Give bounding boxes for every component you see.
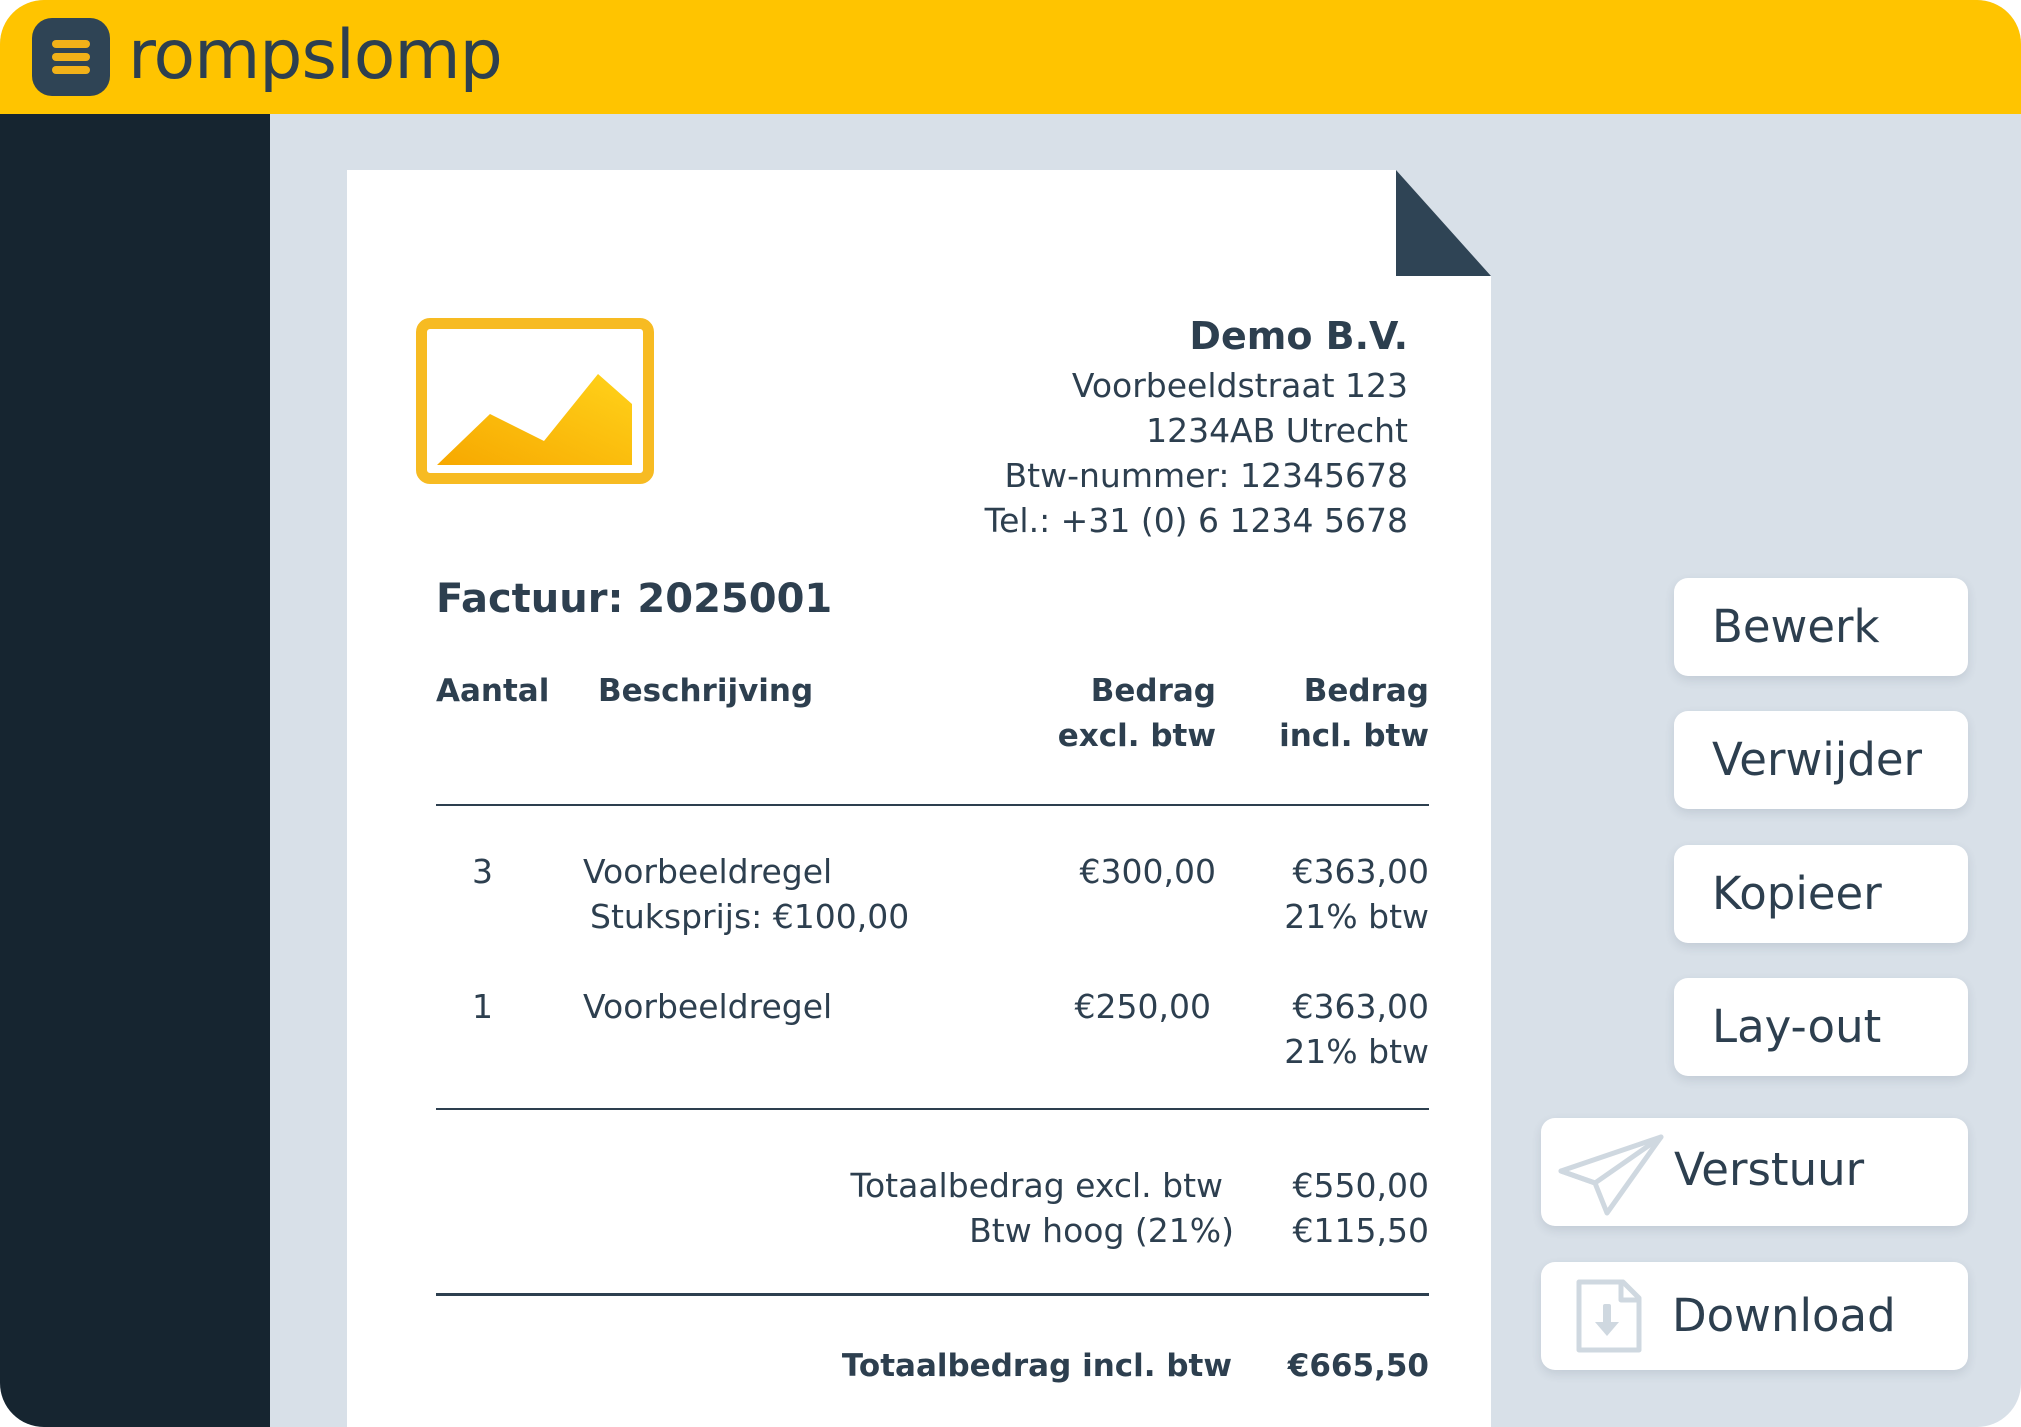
download-button-label: Download — [1672, 1289, 1896, 1342]
stack-icon[interactable] — [32, 18, 110, 96]
image-placeholder-icon — [416, 318, 654, 484]
delete-button-label: Verwijder — [1712, 733, 1923, 786]
column-header-amount-excl: Bedrag — [1090, 673, 1216, 709]
copy-button[interactable]: Kopieer — [1674, 845, 1968, 943]
sidebar — [0, 114, 270, 1427]
send-button-label: Verstuur — [1674, 1143, 1865, 1196]
column-header-amount-incl: Bedrag — [1303, 673, 1429, 709]
line-1-unit-price: Stuksprijs: €100,00 — [590, 897, 910, 936]
total-incl-label: Totaalbedrag incl. btw — [841, 1348, 1232, 1384]
column-header-amount-excl-sub: excl. btw — [1057, 718, 1216, 754]
page-fold-flap — [1396, 170, 1491, 276]
company-name: Demo B.V. — [1189, 314, 1408, 358]
line-1-description: Voorbeeldregel — [583, 852, 833, 891]
line-2-quantity: 1 — [472, 987, 493, 1026]
send-button[interactable]: Verstuur — [1541, 1118, 1968, 1226]
vat-high-value: €115,50 — [1292, 1211, 1429, 1250]
totals-divider — [436, 1293, 1429, 1296]
paper-plane-icon — [1558, 1134, 1664, 1216]
line-1-vat-rate: 21% btw — [1284, 897, 1429, 936]
line-2-amount-incl: €363,00 — [1292, 987, 1429, 1026]
top-bar: rompslomp — [0, 0, 2021, 114]
edit-button[interactable]: Bewerk — [1674, 578, 1968, 676]
lines-divider — [436, 1108, 1429, 1110]
layout-button[interactable]: Lay-out — [1674, 978, 1968, 1076]
total-excl-label: Totaalbedrag excl. btw — [850, 1166, 1223, 1205]
edit-button-label: Bewerk — [1712, 600, 1880, 653]
column-header-quantity: Aantal — [436, 673, 550, 709]
line-1-amount-incl: €363,00 — [1292, 852, 1429, 891]
company-city: 1234AB Utrecht — [1146, 411, 1408, 450]
delete-button[interactable]: Verwijder — [1674, 711, 1968, 809]
total-incl-value: €665,50 — [1287, 1348, 1429, 1384]
line-2-description: Voorbeeldregel — [583, 987, 833, 1026]
download-button[interactable]: Download — [1541, 1262, 1968, 1370]
layout-button-label: Lay-out — [1712, 1000, 1882, 1053]
invoice-title: Factuur: 2025001 — [436, 576, 833, 622]
column-header-amount-incl-sub: incl. btw — [1279, 718, 1429, 754]
download-file-icon — [1576, 1279, 1642, 1353]
company-phone: Tel.: +31 (0) 6 1234 5678 — [984, 501, 1408, 540]
line-1-amount-excl: €300,00 — [1079, 852, 1216, 891]
header-divider — [436, 804, 1429, 806]
company-street: Voorbeeldstraat 123 — [1071, 366, 1408, 405]
app-logo-text[interactable]: rompslomp — [128, 12, 503, 100]
copy-button-label: Kopieer — [1712, 867, 1882, 920]
app-window: rompslomp Demo B.V. Voorbeeldstraat 123 … — [0, 0, 2021, 1427]
line-2-amount-excl: €250,00 — [1074, 987, 1211, 1026]
line-2-vat-rate: 21% btw — [1284, 1032, 1429, 1071]
column-header-description: Beschrijving — [598, 673, 814, 709]
line-1-quantity: 3 — [472, 852, 493, 891]
total-excl-value: €550,00 — [1292, 1166, 1429, 1205]
vat-high-label: Btw hoog (21%) — [969, 1211, 1234, 1250]
company-vat-number: Btw-nummer: 12345678 — [1004, 456, 1408, 495]
